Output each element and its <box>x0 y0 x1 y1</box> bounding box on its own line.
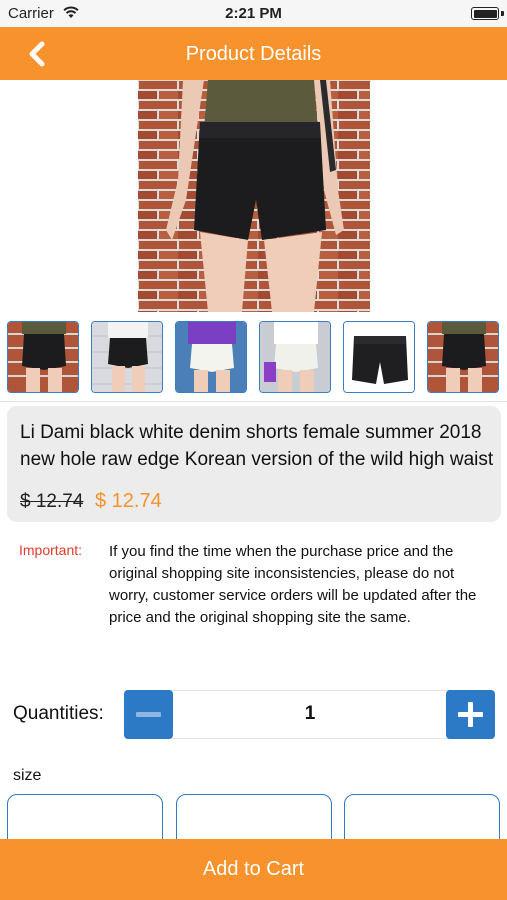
add-to-cart-button[interactable]: Add to Cart <box>0 839 507 900</box>
battery-icon <box>471 7 499 20</box>
page-title: Product Details <box>185 43 322 65</box>
quantity-decrease-button[interactable] <box>124 690 173 739</box>
important-text: If you find the time when the purchase p… <box>109 543 477 626</box>
minus-icon <box>136 712 161 717</box>
thumbnail-4-graphic <box>260 322 330 392</box>
thumbnail-3-graphic <box>176 322 246 392</box>
battery-level <box>473 9 497 18</box>
current-price: $ 12.74 <box>95 490 162 512</box>
plus-icon <box>458 702 483 727</box>
product-info-card: Li Dami black white denim shorts female … <box>7 406 501 522</box>
thumbnail-5[interactable] <box>343 321 415 393</box>
thumbnail-1-graphic <box>8 322 78 392</box>
thumbnail-2[interactable] <box>91 321 163 393</box>
quantity-increase-button[interactable] <box>446 690 495 739</box>
thumbnail-4[interactable] <box>259 321 331 393</box>
thumbnail-strip <box>7 321 502 393</box>
quantity-label: Quantities: <box>13 703 104 724</box>
divider <box>0 401 507 402</box>
thumbnail-3[interactable] <box>175 321 247 393</box>
battery-tip <box>501 11 504 16</box>
original-price: $ 12.74 <box>20 491 84 512</box>
thumbnail-5-graphic <box>344 322 414 392</box>
thumbnail-1[interactable] <box>7 321 79 393</box>
thumbnail-2-graphic <box>92 322 162 392</box>
add-to-cart-label: Add to Cart <box>202 858 305 880</box>
main-image-graphic <box>138 80 370 312</box>
size-label: size <box>13 767 42 784</box>
thumbnail-6-graphic <box>428 322 498 392</box>
important-label: Important: <box>19 542 83 558</box>
status-bar: Carrier 2:21 PM <box>0 0 507 27</box>
nav-bar: Product Details <box>0 27 507 80</box>
product-main-image[interactable] <box>138 80 370 312</box>
clock-label: 2:21 PM <box>225 5 282 22</box>
thumbnail-6[interactable] <box>427 321 499 393</box>
quantity-value[interactable]: 1 <box>174 703 446 725</box>
product-title: Li Dami black white denim shorts female … <box>20 422 494 470</box>
